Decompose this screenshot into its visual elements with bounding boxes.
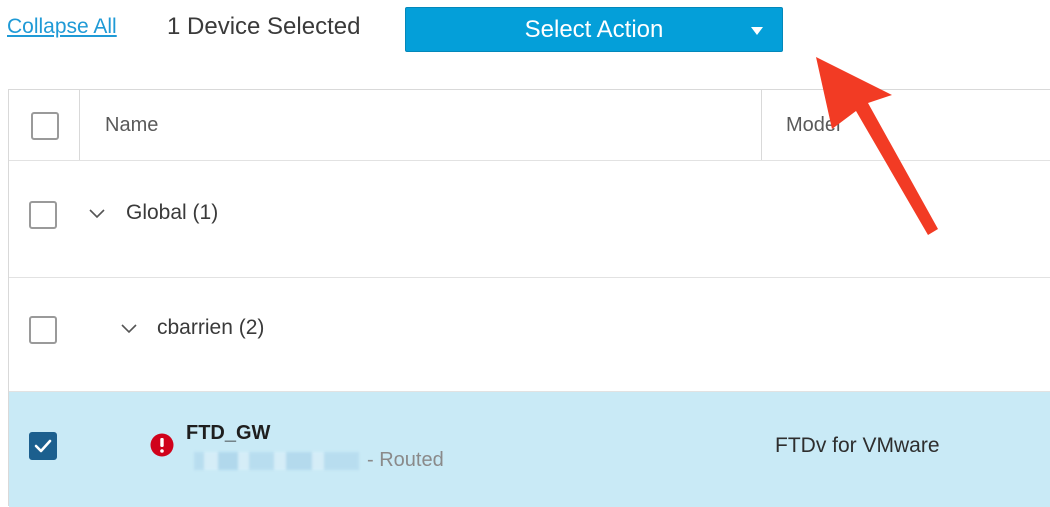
table-header: Name Model	[9, 90, 1050, 161]
caret-down-icon	[751, 27, 763, 35]
device-checkbox[interactable]	[29, 432, 57, 460]
error-icon	[150, 433, 174, 457]
selected-count-label: 1 Device Selected	[167, 13, 361, 40]
device-subtitle: - Routed	[194, 449, 444, 472]
toolbar: Collapse All 1 Device Selected Select Ac…	[0, 0, 1050, 60]
group-label-cbarrien: cbarrien (2)	[157, 316, 265, 339]
chevron-down-icon[interactable]	[121, 324, 137, 334]
device-table: Name Model Global (1) cbarrien (2) FTD_G…	[8, 89, 1050, 507]
column-divider	[79, 90, 80, 160]
collapse-all-link[interactable]: Collapse All	[7, 15, 117, 39]
group-row-cbarrien: cbarrien (2)	[9, 278, 1050, 392]
select-action-dropdown[interactable]: Select Action	[405, 7, 783, 52]
group-cbarrien-checkbox[interactable]	[29, 316, 57, 344]
chevron-down-icon[interactable]	[89, 209, 105, 219]
column-divider	[761, 90, 762, 160]
group-row-global: Global (1)	[9, 161, 1050, 278]
group-label-global: Global (1)	[126, 201, 219, 224]
column-header-name[interactable]: Name	[105, 114, 158, 137]
group-global-checkbox[interactable]	[29, 201, 57, 229]
device-name[interactable]: FTD_GW	[186, 422, 270, 445]
checkmark-icon	[34, 439, 52, 453]
table-row-device[interactable]: FTD_GW - Routed FTDv for VMware	[9, 392, 1050, 507]
device-model: FTDv for VMware	[775, 434, 940, 457]
column-header-model[interactable]: Model	[786, 114, 840, 137]
redacted-ip	[194, 451, 359, 470]
select-all-checkbox[interactable]	[31, 112, 59, 140]
device-mode: - Routed	[367, 449, 444, 471]
select-action-label: Select Action	[524, 15, 664, 43]
